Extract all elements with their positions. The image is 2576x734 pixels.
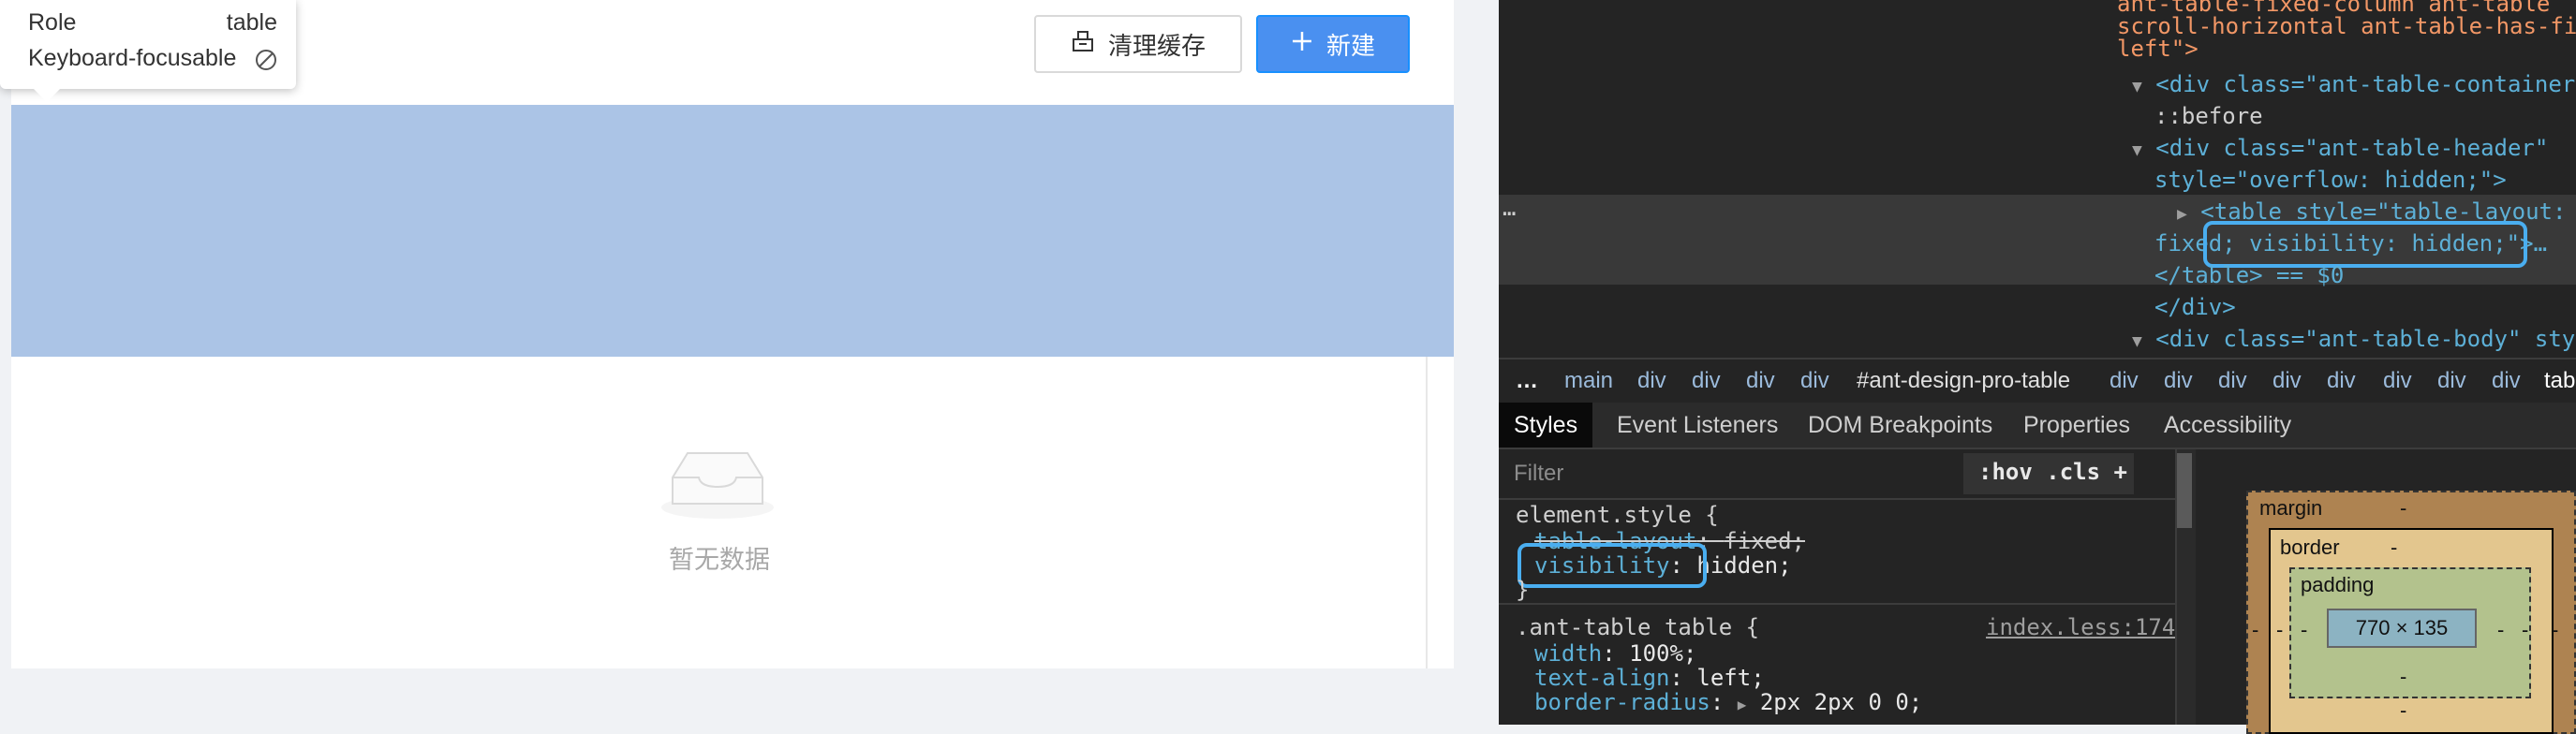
border-left-value: - xyxy=(2276,618,2284,641)
focusable-label: Keyboard-focusable xyxy=(28,45,237,71)
dom-line: ::before xyxy=(2154,103,2263,129)
breadcrumb-item[interactable]: div xyxy=(2164,368,2193,394)
dom-node-table-header[interactable]: ▼ <div class="ant-table-header" xyxy=(2132,135,2548,161)
dom-line: <div class="ant-table-container"> xyxy=(2155,71,2576,97)
breadcrumb-item[interactable]: main xyxy=(1564,368,1613,394)
margin-label: margin xyxy=(2259,496,2323,520)
tab-event-listeners[interactable]: Event Listeners xyxy=(1617,403,1778,448)
dom-line-selected: </table> == $0 xyxy=(2154,262,2345,288)
tab-styles[interactable]: Styles xyxy=(1499,403,1593,448)
devtools-tabs: Styles Event Listeners DOM Breakpoints P… xyxy=(1499,403,2576,449)
padding-label: padding xyxy=(2301,573,2375,596)
tab-properties[interactable]: Properties xyxy=(2023,403,2130,448)
breadcrumb-item[interactable]: div xyxy=(2273,368,2302,394)
dom-line: style="overflow: hidden;"> xyxy=(2154,167,2507,193)
breadcrumb-item[interactable]: div xyxy=(1637,368,1666,394)
dom-line: </div> xyxy=(2154,294,2236,320)
rule-source-link[interactable]: index.less:174 xyxy=(1986,614,2175,640)
accessibility-tooltip: Role table Keyboard-focusable xyxy=(0,0,296,89)
prop-name: text-align xyxy=(1534,665,1670,691)
breadcrumb-item[interactable]: div xyxy=(2437,368,2466,394)
border-right-value: - xyxy=(2522,618,2529,641)
expand-triangle-icon[interactable]: ▼ xyxy=(2132,331,2142,351)
styles-filter-bar: Filter :hov .cls + xyxy=(1499,449,2194,500)
table-header-highlight xyxy=(11,105,1454,357)
breadcrumb-more[interactable]: … xyxy=(1516,368,1538,394)
prop-value: 2px 2px 0 0; xyxy=(1759,689,1923,715)
prop-name: width xyxy=(1534,640,1603,667)
filter-input[interactable]: Filter xyxy=(1514,461,1563,487)
breadcrumb-item[interactable]: div xyxy=(1800,368,1829,394)
styles-pane: element.style { table-layout: fixed; vis… xyxy=(1499,500,2194,725)
new-button[interactable]: 新建 xyxy=(1256,15,1410,73)
style-prop-width[interactable]: width: 100%; xyxy=(1534,640,1696,667)
style-prop-border-radius[interactable]: border-radius: ▶ 2px 2px 0 0; xyxy=(1534,689,1922,715)
margin-right-value: - xyxy=(2552,618,2559,641)
empty-inbox-icon xyxy=(659,446,776,521)
breadcrumb-item[interactable]: div xyxy=(2327,368,2356,394)
border-bottom-value: - xyxy=(2400,698,2407,722)
expand-triangle-icon[interactable]: ▼ xyxy=(2132,140,2142,160)
padding-left-value: - xyxy=(2301,618,2308,641)
breadcrumb-item[interactable]: div xyxy=(1692,368,1721,394)
breadcrumb-item[interactable]: div xyxy=(2110,368,2139,394)
plus-icon xyxy=(1291,30,1313,59)
margin-left-value: - xyxy=(2252,618,2259,641)
visibility-style-callout-box xyxy=(1517,543,1707,588)
prop-value: left; xyxy=(1696,665,1765,691)
element-style-selector: element.style { xyxy=(1516,502,1719,528)
rule-selector: .ant-table table { xyxy=(1516,614,1760,640)
breadcrumb-item[interactable]: div xyxy=(2492,368,2521,394)
tab-dom-breakpoints[interactable]: DOM Breakpoints xyxy=(1808,403,1992,448)
styles-scroll-thumb[interactable] xyxy=(2177,453,2192,528)
breadcrumb-item[interactable]: tab xyxy=(2544,368,2575,394)
visibility-callout-box xyxy=(2203,221,2527,268)
not-allowed-icon xyxy=(255,45,277,78)
margin-top-value: - xyxy=(2400,496,2407,520)
breadcrumb-item[interactable]: div xyxy=(2218,368,2247,394)
dom-node-table-container[interactable]: ▼ <div class="ant-table-container"> xyxy=(2132,71,2576,97)
role-label: Role xyxy=(28,9,77,36)
dom-line: <div class="ant-table-header" xyxy=(2155,135,2549,161)
dom-line: <div class="ant-table-body" style xyxy=(2155,326,2576,352)
box-model-content[interactable]: 770 × 135 xyxy=(2327,609,2477,648)
expand-triangle-icon[interactable]: ▼ xyxy=(2132,77,2142,96)
dom-breadcrumb: … main div div div div #ant-design-pro-t… xyxy=(1499,358,2576,406)
style-prop-text-align[interactable]: text-align: left; xyxy=(1534,665,1765,691)
prop-value: 100%; xyxy=(1629,640,1697,667)
filter-tools[interactable]: :hov .cls + xyxy=(1978,459,2127,485)
dom-line: left"> xyxy=(2117,36,2198,62)
breadcrumb-item[interactable]: div xyxy=(2383,368,2412,394)
role-value: table xyxy=(226,9,277,36)
new-label: 新建 xyxy=(1325,32,1375,61)
app-page: 清理缓存 新建 暂无数据 Role table Keyboard-focusab… xyxy=(0,0,1499,725)
border-label: border xyxy=(2280,536,2340,559)
more-dots[interactable]: … xyxy=(1503,195,1516,221)
fixed-column-divider xyxy=(1426,357,1428,668)
prop-value: hidden; xyxy=(1696,552,1792,579)
breadcrumb-item-table[interactable]: #ant-design-pro-table xyxy=(1857,368,2070,394)
padding-right-value: - xyxy=(2497,618,2505,641)
devtools-panel: ant-table-fixed-column ant-table scroll-… xyxy=(1499,0,2576,734)
expand-triangle-icon[interactable]: ▶ xyxy=(1738,696,1747,713)
tab-accessibility[interactable]: Accessibility xyxy=(2164,403,2291,448)
box-model-diagram: 770 × 135 margin - border - padding - - … xyxy=(2196,449,2576,734)
storage-icon xyxy=(1071,29,1095,60)
rule-divider xyxy=(1499,603,2175,605)
padding-bottom-value: - xyxy=(2400,665,2407,688)
rule-close-brace: } xyxy=(1516,577,1530,603)
clear-cache-label: 清理缓存 xyxy=(1107,32,1206,61)
dom-node-table-body[interactable]: ▼ <div class="ant-table-body" style xyxy=(2132,326,2576,352)
prop-value: fixed; xyxy=(1724,528,1805,554)
border-top-value: - xyxy=(2391,536,2398,559)
tooltip-arrow xyxy=(34,89,60,102)
empty-text: 暂无数据 xyxy=(669,546,770,575)
breadcrumb-item[interactable]: div xyxy=(1746,368,1775,394)
clear-cache-button[interactable]: 清理缓存 xyxy=(1034,15,1242,73)
prop-name: border-radius xyxy=(1534,689,1710,715)
collapse-triangle-icon[interactable]: ▶ xyxy=(2177,204,2187,224)
